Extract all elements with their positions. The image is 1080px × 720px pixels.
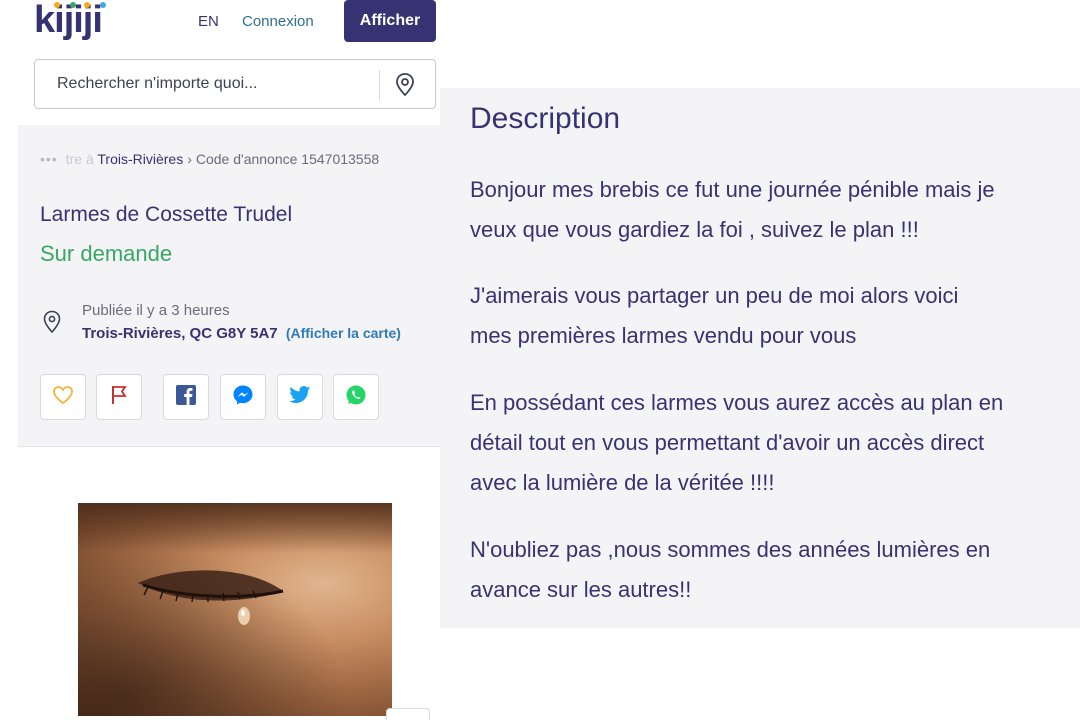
share-facebook-button[interactable] <box>163 374 209 420</box>
breadcrumb: ••• tre à Trois-Rivières › Code d'annonce 1… <box>40 151 379 167</box>
breadcrumb-more-icon[interactable]: ••• <box>40 151 58 167</box>
description-paragraph: Bonjour mes brebis ce fut une journée pé… <box>470 170 1070 250</box>
listing-photo[interactable] <box>78 503 392 716</box>
listing-summary-panel: ••• tre à Trois-Rivières › Code d'annonce 1… <box>18 125 440 447</box>
share-messenger-button[interactable] <box>220 374 266 420</box>
photo-nav-button[interactable] <box>386 708 430 720</box>
search-divider <box>379 70 380 100</box>
show-map-link[interactable]: (Afficher la carte) <box>286 325 401 341</box>
description-line: En possédant ces larmes vous aurez accès… <box>470 390 1004 415</box>
posted-time: Publiée il y a 3 heures <box>82 302 230 319</box>
listing-column: kijiji EN Connexion Afficher ••• tre à Tr… <box>0 0 440 720</box>
listing-address: Trois-Rivières, QC G8Y 5A7 (Afficher la … <box>82 325 401 342</box>
description-line: avec la lumière de la véritée !!!! <box>470 470 775 495</box>
breadcrumb-truncated: tre à <box>65 151 94 167</box>
description-paragraph: J'aimerais vous partager un peu de moi a… <box>470 276 1070 356</box>
description-line: veux que vous gardiez la foi , suivez le… <box>470 217 919 242</box>
breadcrumb-city-link[interactable]: Trois-Rivières <box>97 151 183 167</box>
twitter-icon <box>289 385 311 410</box>
description-line: avance sur les autres!! <box>470 577 692 602</box>
post-ad-button[interactable]: Afficher <box>344 0 436 42</box>
search-bar <box>34 59 436 109</box>
flag-icon <box>109 384 129 411</box>
address-text: Trois-Rivières, QC G8Y 5A7 <box>82 325 278 342</box>
description-title: Description <box>470 102 621 135</box>
listing-title: Larmes de Cossette Trudel <box>40 203 293 226</box>
share-whatsapp-button[interactable] <box>333 374 379 420</box>
description-line: Bonjour mes brebis ce fut une journée pé… <box>470 177 995 202</box>
search-input[interactable] <box>35 60 379 108</box>
description-paragraph: N'oubliez pas ,nous sommes des années lu… <box>470 530 1070 610</box>
whatsapp-icon <box>345 384 367 411</box>
location-pin-icon <box>42 310 62 334</box>
logo-dots <box>54 2 114 10</box>
description-line: J'aimerais vous partager un peu de moi a… <box>470 283 959 308</box>
breadcrumb-separator: › <box>187 151 192 167</box>
location-pin-icon[interactable] <box>391 72 419 98</box>
favorite-button[interactable] <box>40 374 86 420</box>
messenger-icon <box>232 384 254 411</box>
logo-dot <box>84 2 90 8</box>
report-button[interactable] <box>96 374 142 420</box>
heart-icon <box>52 385 74 410</box>
listing-price: Sur demande <box>40 241 173 266</box>
description-line: détail tout en vous permettant d'avoir u… <box>470 430 985 455</box>
logo-dot <box>54 2 60 8</box>
facebook-icon <box>175 384 197 411</box>
description-paragraph: En possédant ces larmes vous aurez accès… <box>470 383 1070 503</box>
login-link[interactable]: Connexion <box>242 13 314 30</box>
logo-dot <box>100 2 106 8</box>
logo-dot <box>70 2 76 8</box>
description-panel: Description Bonjour mes brebis ce fut un… <box>440 88 1080 628</box>
language-toggle[interactable]: EN <box>198 13 219 30</box>
top-navigation-bar: kijiji EN Connexion Afficher <box>0 0 440 46</box>
description-line: mes premières larmes vendu pour vous <box>470 323 857 348</box>
ad-code: Code d'annonce 1547013558 <box>195 151 380 167</box>
description-line: N'oubliez pas ,nous sommes des années lu… <box>470 537 991 562</box>
share-twitter-button[interactable] <box>277 374 323 420</box>
